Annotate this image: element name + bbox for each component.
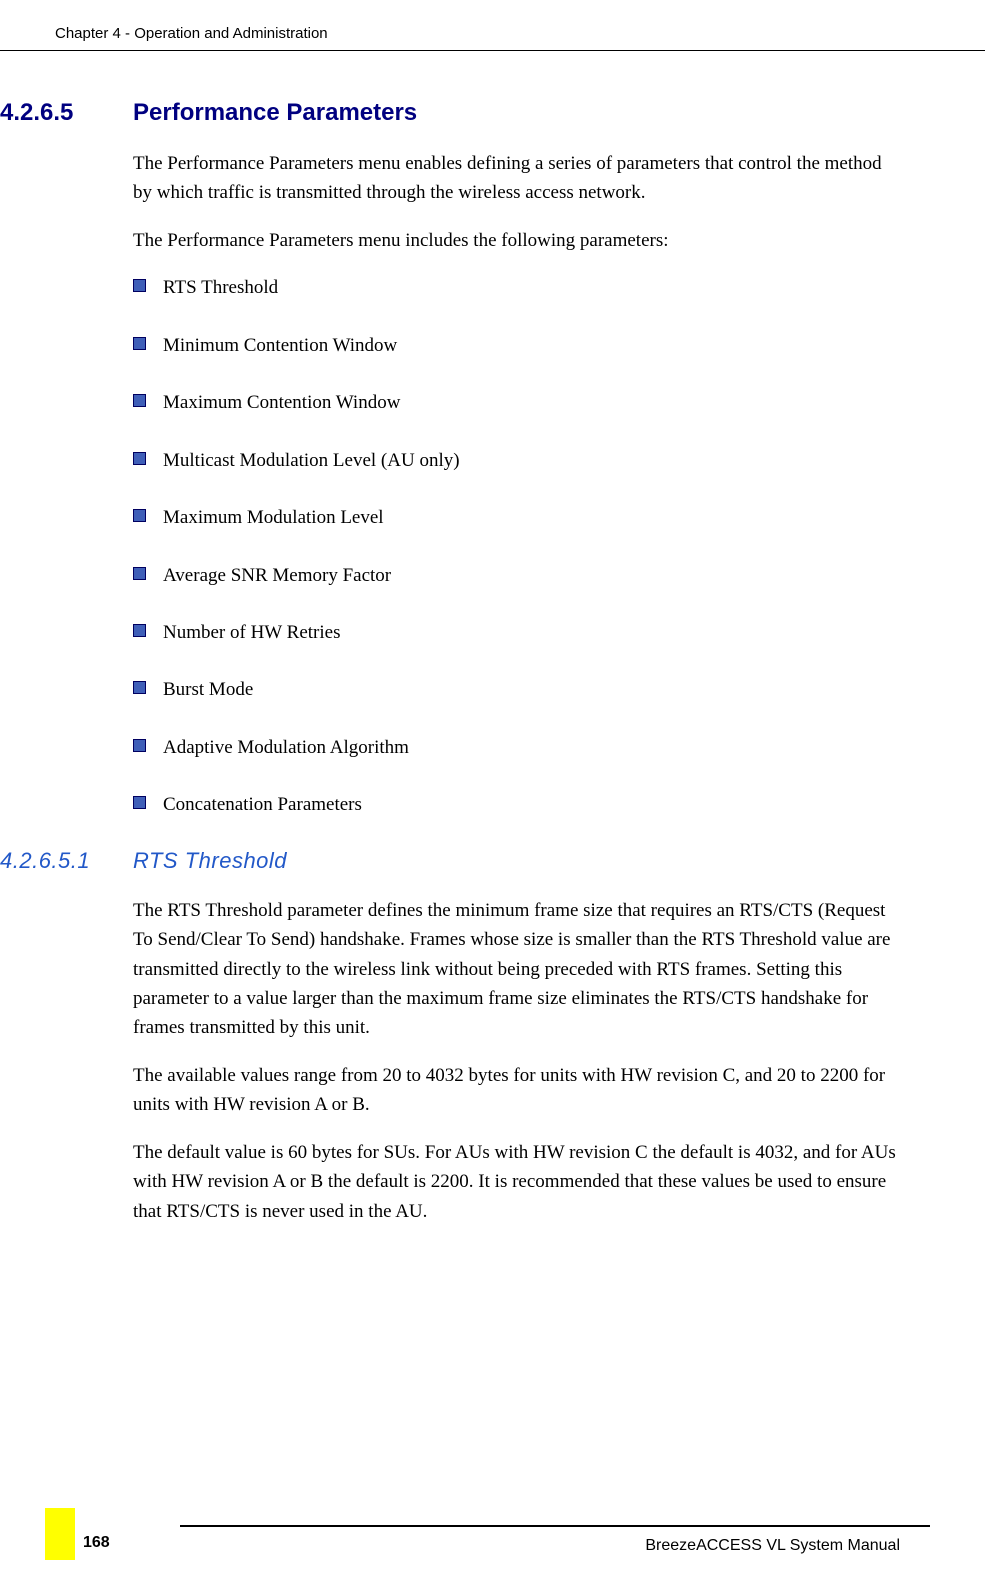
parameter-bullet-list: RTS Threshold Minimum Contention Window … (133, 273, 900, 819)
section-title: Performance Parameters (133, 99, 417, 127)
subsection-title: RTS Threshold (133, 848, 287, 874)
list-item: RTS Threshold (133, 273, 900, 302)
footer-manual-title: BreezeACCESS VL System Manual (180, 1525, 930, 1555)
page-number: 168 (75, 1516, 110, 1552)
list-item-label: Average SNR Memory Factor (163, 565, 391, 586)
list-item-label: Number of HW Retries (163, 622, 340, 643)
list-item: Concatenation Parameters (133, 790, 900, 819)
intro-paragraph-2: The Performance Parameters menu includes… (133, 226, 900, 255)
subsection-number: 4.2.6.5.1 (0, 848, 133, 874)
rts-paragraph-2: The available values range from 20 to 40… (133, 1061, 900, 1120)
section-number: 4.2.6.5 (0, 99, 133, 127)
page-footer: BreezeACCESS VL System Manual 168 (0, 1525, 985, 1555)
page-number-block: 168 (45, 1508, 110, 1560)
list-item-label: RTS Threshold (163, 277, 278, 298)
section-heading-performance-parameters: 4.2.6.5 Performance Parameters (0, 99, 900, 127)
page-header: Chapter 4 - Operation and Administration (0, 0, 985, 51)
list-item-label: Minimum Contention Window (163, 335, 397, 356)
list-item-label: Concatenation Parameters (163, 794, 362, 815)
list-item: Multicast Modulation Level (AU only) (133, 446, 900, 475)
list-item: Adaptive Modulation Algorithm (133, 733, 900, 762)
list-item-label: Burst Mode (163, 679, 253, 700)
list-item-label: Adaptive Modulation Algorithm (163, 737, 409, 758)
list-item-label: Maximum Contention Window (163, 392, 400, 413)
rts-paragraph-3: The default value is 60 bytes for SUs. F… (133, 1138, 900, 1226)
chapter-title: Chapter 4 - Operation and Administration (55, 25, 328, 42)
intro-paragraph-1: The Performance Parameters menu enables … (133, 149, 900, 208)
list-item: Maximum Contention Window (133, 388, 900, 417)
list-item: Average SNR Memory Factor (133, 561, 900, 590)
subsection-heading-rts-threshold: 4.2.6.5.1 RTS Threshold (0, 848, 900, 874)
list-item: Number of HW Retries (133, 618, 900, 647)
list-item: Burst Mode (133, 675, 900, 704)
list-item-label: Maximum Modulation Level (163, 507, 384, 528)
list-item: Minimum Contention Window (133, 331, 900, 360)
page-number-highlight (45, 1508, 75, 1560)
rts-paragraph-1: The RTS Threshold parameter defines the … (133, 896, 900, 1043)
list-item: Maximum Modulation Level (133, 503, 900, 532)
page-content: 4.2.6.5 Performance Parameters The Perfo… (0, 51, 985, 1226)
list-item-label: Multicast Modulation Level (AU only) (163, 450, 460, 471)
